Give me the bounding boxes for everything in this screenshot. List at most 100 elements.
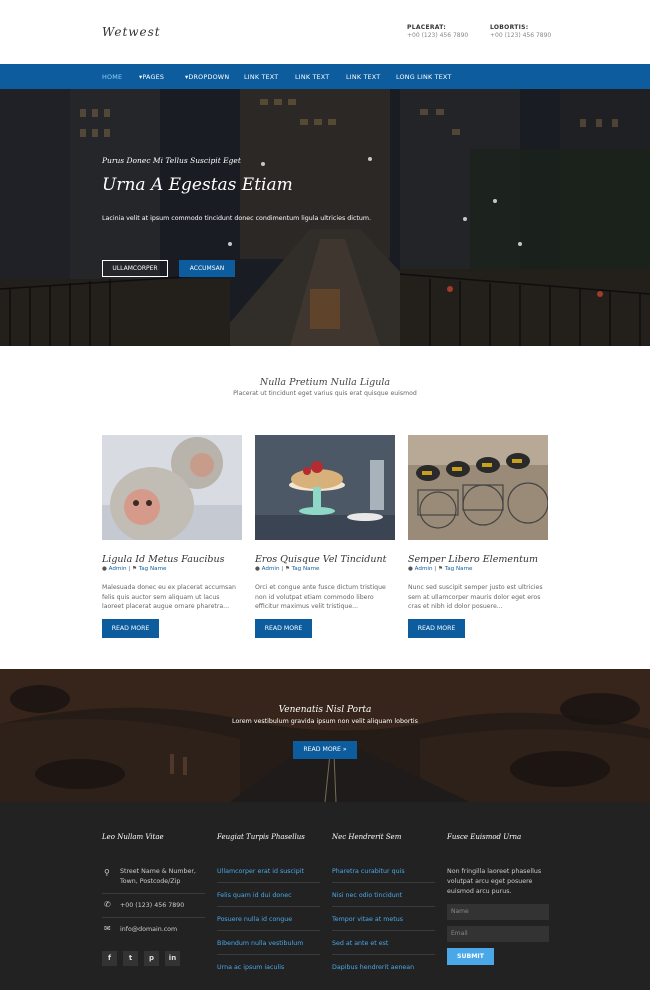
footer-phone: +00 (123) 456 7890 <box>120 902 185 909</box>
email-icon: ✉ <box>104 924 111 933</box>
user-icon: ● <box>102 566 107 572</box>
divider <box>102 917 205 918</box>
monkey-image[interactable] <box>102 435 242 540</box>
nav-home[interactable]: HOME <box>102 73 122 81</box>
tag-link[interactable]: Tag Name <box>292 566 320 572</box>
nav-dropdown[interactable]: ▾DROPDOWN <box>185 73 229 81</box>
card-description: Nunc sed suscipit semper justo est ultri… <box>408 584 543 610</box>
card-title[interactable]: Semper Libero Elementum <box>408 554 538 565</box>
address-line-2: Town, Postcode/Zip <box>120 878 181 885</box>
address-line-1: Street Name & Number, <box>120 868 196 875</box>
site-logo[interactable]: Wetwest <box>102 25 161 39</box>
card-meta: ● Admin | ⚑ Tag Name <box>255 566 320 572</box>
footer-col-links-2: Nec Hendrerit Sem <box>332 833 401 841</box>
meta-separator: | ⚑ <box>281 566 290 572</box>
footer-link[interactable]: Bibendum nulla vestibulum <box>217 940 303 947</box>
footer-col-newsletter: Fusce Euismod Urna <box>447 833 521 841</box>
bicycles-image[interactable] <box>408 435 548 540</box>
nav-link-text-3[interactable]: LINK TEXT <box>346 73 380 81</box>
twitter-icon[interactable]: t <box>123 951 138 966</box>
contact-label: PLACERAT: <box>407 24 447 31</box>
footer-link[interactable]: Dapibus hendrerit aenean <box>332 964 414 971</box>
read-more-button[interactable]: READ MORE <box>255 619 312 638</box>
site-header: Wetwest PLACERAT: +00 (123) 456 7890 LOB… <box>0 0 650 64</box>
nav-pages-dropdown[interactable]: ▾PAGES <box>139 73 164 81</box>
name-input[interactable]: Name <box>447 904 549 920</box>
main-nav: HOME ▾PAGES ▾DROPDOWN LINK TEXT LINK TEX… <box>0 64 650 89</box>
contact-phone: +00 (123) 456 7890 <box>490 32 552 39</box>
card-description: Malesuada donec eu ex placerat accumsan … <box>102 584 236 610</box>
site-footer: Leo Nullam Vitae ⚲ Street Name & Number,… <box>0 802 650 990</box>
hero-text: Lacinia velit at ipsum commodo tincidunt… <box>102 215 372 222</box>
footer-link[interactable]: Posuere nulla id congue <box>217 916 292 923</box>
author-link[interactable]: Admin <box>415 566 433 572</box>
footer-link[interactable]: Ullamcorper erat id suscipit <box>217 868 304 875</box>
divider <box>102 893 205 894</box>
hero-title: Urna A Egestas Etiam <box>102 175 293 195</box>
newsletter-text-line-3: euismod arcu purus. <box>447 888 512 895</box>
card-meta: ● Admin | ⚑ Tag Name <box>408 566 473 572</box>
pinterest-icon[interactable]: p <box>144 951 159 966</box>
divider <box>217 906 320 907</box>
banner-title: Venenatis Nisl Porta <box>278 705 372 715</box>
user-icon: ● <box>255 566 260 572</box>
author-link[interactable]: Admin <box>262 566 280 572</box>
footer-email[interactable]: info@domain.com <box>120 925 177 935</box>
tag-link[interactable]: Tag Name <box>445 566 473 572</box>
submit-button[interactable]: SUBMIT <box>447 948 494 965</box>
phone-icon: ✆ <box>104 900 111 909</box>
footer-link[interactable]: Pharetra curabitur quis <box>332 868 405 875</box>
card-title[interactable]: Eros Quisque Vel Tincidunt <box>255 554 386 565</box>
accumsan-button[interactable]: ACCUMSAN <box>179 260 235 277</box>
nav-long-link-text[interactable]: LONG LINK TEXT <box>396 73 452 81</box>
footer-col-title: Feugiat Turpis Phasellus <box>217 833 305 841</box>
divider <box>217 954 320 955</box>
features-title: Nulla Pretium Nulla Ligula <box>259 377 391 388</box>
card-description: Orci et congue ante fusce dictum tristiq… <box>255 584 386 610</box>
ullamcorper-button[interactable]: ULLAMCORPER <box>102 260 168 277</box>
footer-col-links-1: Feugiat Turpis Phasellus <box>217 833 305 841</box>
banner-read-more-button[interactable]: READ MORE » <box>293 741 357 759</box>
feature-card-3: Semper Libero Elementum ● Admin | ⚑ Tag … <box>408 435 548 638</box>
nav-link-text-2[interactable]: LINK TEXT <box>295 73 329 81</box>
linkedin-icon[interactable]: in <box>165 951 180 966</box>
facebook-icon[interactable]: f <box>102 951 117 966</box>
feature-card-1: Ligula Id Metus Faucibus ● Admin | ⚑ Tag… <box>102 435 242 638</box>
footer-link[interactable]: Felis quam id dui donec <box>217 892 292 899</box>
footer-link[interactable]: Tempor vitae at metus <box>332 916 403 923</box>
author-link[interactable]: Admin <box>109 566 127 572</box>
card-title[interactable]: Ligula Id Metus Faucibus <box>102 554 224 565</box>
meta-separator: | ⚑ <box>128 566 137 572</box>
newsletter-text-line-2: volutpat arcu eget posuere <box>447 878 533 885</box>
card-meta: ● Admin | ⚑ Tag Name <box>102 566 167 572</box>
divider <box>332 954 435 955</box>
footer-link[interactable]: Sed at ante et est <box>332 940 388 947</box>
contact-lobortis: LOBORTIS: +00 (123) 456 7890 <box>490 24 551 40</box>
hero-section: Purus Donec Mi Tellus Suscipit Eget Urna… <box>0 89 650 346</box>
footer-link[interactable]: Nisi nec odio tincidunt <box>332 892 402 899</box>
banner-text: Lorem vestibulum gravida ipsum non velit… <box>232 718 418 725</box>
features-subtitle: Placerat ut tincidunt eget varius quis e… <box>233 390 417 397</box>
cake-image[interactable] <box>255 435 395 540</box>
nav-link-text-1[interactable]: LINK TEXT <box>244 73 278 81</box>
contact-phone: +00 (123) 456 7890 <box>407 32 469 39</box>
contact-label: LOBORTIS: <box>490 24 529 31</box>
read-more-button[interactable]: READ MORE <box>408 619 465 638</box>
divider <box>332 882 435 883</box>
divider <box>332 906 435 907</box>
newsletter-text-line-1: Non fringilla laoreet phasellus <box>447 868 542 875</box>
footer-col-title: Nec Hendrerit Sem <box>332 833 402 841</box>
divider <box>217 930 320 931</box>
cta-banner: Venenatis Nisl Porta Lorem vestibulum gr… <box>0 669 650 802</box>
user-icon: ● <box>408 566 413 572</box>
meta-separator: | ⚑ <box>434 566 443 572</box>
tag-link[interactable]: Tag Name <box>139 566 167 572</box>
divider <box>332 930 435 931</box>
footer-col-contact: Leo Nullam Vitae <box>102 833 164 841</box>
email-input[interactable]: Email <box>447 926 549 942</box>
hero-subtitle: Purus Donec Mi Tellus Suscipit Eget <box>102 156 241 165</box>
read-more-button[interactable]: READ MORE <box>102 619 159 638</box>
footer-col-title: Fusce Euismod Urna <box>447 833 522 841</box>
footer-link[interactable]: Urna ac ipsum iaculis <box>217 964 284 971</box>
location-pin-icon: ⚲ <box>104 868 110 877</box>
